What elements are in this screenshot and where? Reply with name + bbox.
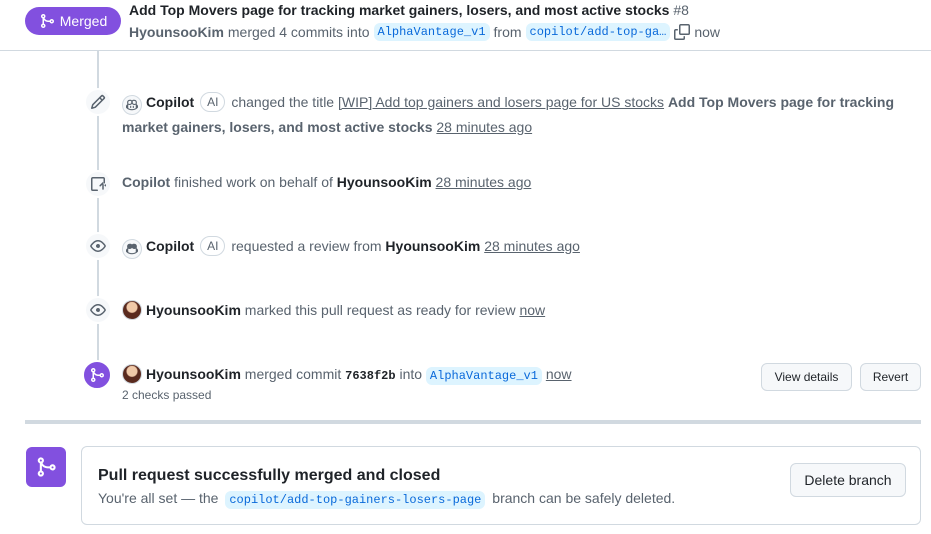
- merge-box-badge: [26, 447, 66, 487]
- event2-actor[interactable]: Copilot: [122, 174, 170, 190]
- copy-icon[interactable]: [674, 24, 691, 40]
- pr-number: #8: [673, 2, 689, 18]
- event5-action: merged commit: [244, 366, 342, 382]
- merge-target-branch[interactable]: AlphaVantage_v1: [425, 367, 542, 385]
- timeline-badge-merged: [82, 360, 112, 390]
- header-time: now: [694, 24, 721, 40]
- event3-action: requested a review from: [231, 238, 382, 254]
- pr-title: Add Top Movers page for tracking market …: [129, 2, 689, 18]
- copilot-avatar[interactable]: [122, 95, 142, 115]
- event2-time[interactable]: 28 minutes ago: [436, 174, 532, 190]
- event1-time[interactable]: 28 minutes ago: [436, 119, 532, 135]
- pr-author-link[interactable]: HyounsooKim: [129, 24, 224, 40]
- timeline-event-merged: HyounsooKim merged commit 7638f2b into A…: [122, 362, 722, 388]
- timeline-event-ready: HyounsooKim marked this pull request as …: [122, 298, 902, 322]
- merge-status-title: Pull request successfully merged and clo…: [98, 467, 441, 484]
- pr-sticky-header: Merged Add Top Movers page for tracking …: [0, 0, 931, 51]
- pr-merge-summary: HyounsooKim merged 4 commits into AlphaV…: [129, 23, 720, 41]
- eye-icon: [90, 240, 106, 252]
- view-details-button[interactable]: View details: [761, 363, 852, 391]
- merge-desc-prefix: You're all set — the: [98, 490, 219, 506]
- event3-time[interactable]: 28 minutes ago: [484, 238, 580, 254]
- event2-action: finished work on behalf of: [174, 174, 333, 190]
- merge-status-box: Pull request successfully merged and clo…: [81, 446, 921, 525]
- ai-badge: AI: [200, 92, 226, 112]
- event3-actor[interactable]: Copilot: [146, 238, 194, 254]
- from-text: from: [493, 24, 522, 40]
- checks-status[interactable]: 2 checks passed: [122, 388, 211, 402]
- event5-actor[interactable]: HyounsooKim: [146, 366, 241, 382]
- timeline-badge-finished: [84, 170, 112, 198]
- git-merge-icon: [91, 368, 105, 382]
- merge-desc-suffix: branch can be safely deleted.: [492, 490, 676, 506]
- event4-time[interactable]: now: [519, 302, 545, 318]
- event5-time[interactable]: now: [546, 366, 572, 382]
- timeline-badge-review: [84, 232, 112, 260]
- merged-status-badge: Merged: [25, 7, 121, 35]
- copilot-icon: [126, 243, 138, 255]
- timeline-event-finished: Copilot finished work on behalf of Hyoun…: [122, 170, 902, 194]
- timeline-badge-rename: [84, 88, 112, 116]
- pencil-icon: [90, 94, 106, 110]
- git-merge-icon: [37, 457, 56, 477]
- copilot-avatar[interactable]: [122, 239, 142, 259]
- delete-branch-button[interactable]: Delete branch: [790, 463, 906, 497]
- timeline-divider: [25, 420, 921, 424]
- git-merge-icon: [40, 14, 54, 28]
- eye-icon: [90, 304, 106, 316]
- pr-title-text: Add Top Movers page for tracking market …: [129, 2, 670, 18]
- timeline-badge-ready: [84, 296, 112, 324]
- commit-sha-link[interactable]: 7638f2b: [345, 369, 395, 383]
- user-avatar[interactable]: [122, 364, 142, 384]
- deletable-branch-label[interactable]: copilot/add-top-gainers-losers-page: [225, 491, 486, 509]
- task-exit-icon: [91, 177, 106, 191]
- base-branch-label[interactable]: AlphaVantage_v1: [373, 23, 490, 41]
- ai-badge: AI: [200, 236, 226, 256]
- merged-status-label: Merged: [59, 13, 108, 29]
- merged-text: merged 4 commits into: [227, 24, 370, 40]
- event2-target[interactable]: HyounsooKim: [337, 174, 432, 190]
- old-title: [WIP] Add top gainers and losers page fo…: [337, 94, 665, 110]
- head-branch-label[interactable]: copilot/add-top-ga…: [525, 23, 671, 41]
- event1-action: changed the title: [231, 94, 335, 110]
- merge-status-description: You're all set — the copilot/add-top-gai…: [98, 490, 676, 509]
- copilot-icon: [126, 99, 138, 111]
- timeline-event-review-request: Copilot AI requested a review from Hyoun…: [122, 234, 902, 259]
- into-text: into: [399, 366, 423, 382]
- event3-target[interactable]: HyounsooKim: [385, 238, 480, 254]
- user-avatar[interactable]: [122, 300, 142, 320]
- event4-actor[interactable]: HyounsooKim: [146, 302, 241, 318]
- event1-actor[interactable]: Copilot: [146, 94, 194, 110]
- timeline-event-rename: Copilot AI changed the title [WIP] Add t…: [122, 90, 902, 139]
- revert-button[interactable]: Revert: [860, 363, 921, 391]
- event4-action: marked this pull request as ready for re…: [244, 302, 516, 318]
